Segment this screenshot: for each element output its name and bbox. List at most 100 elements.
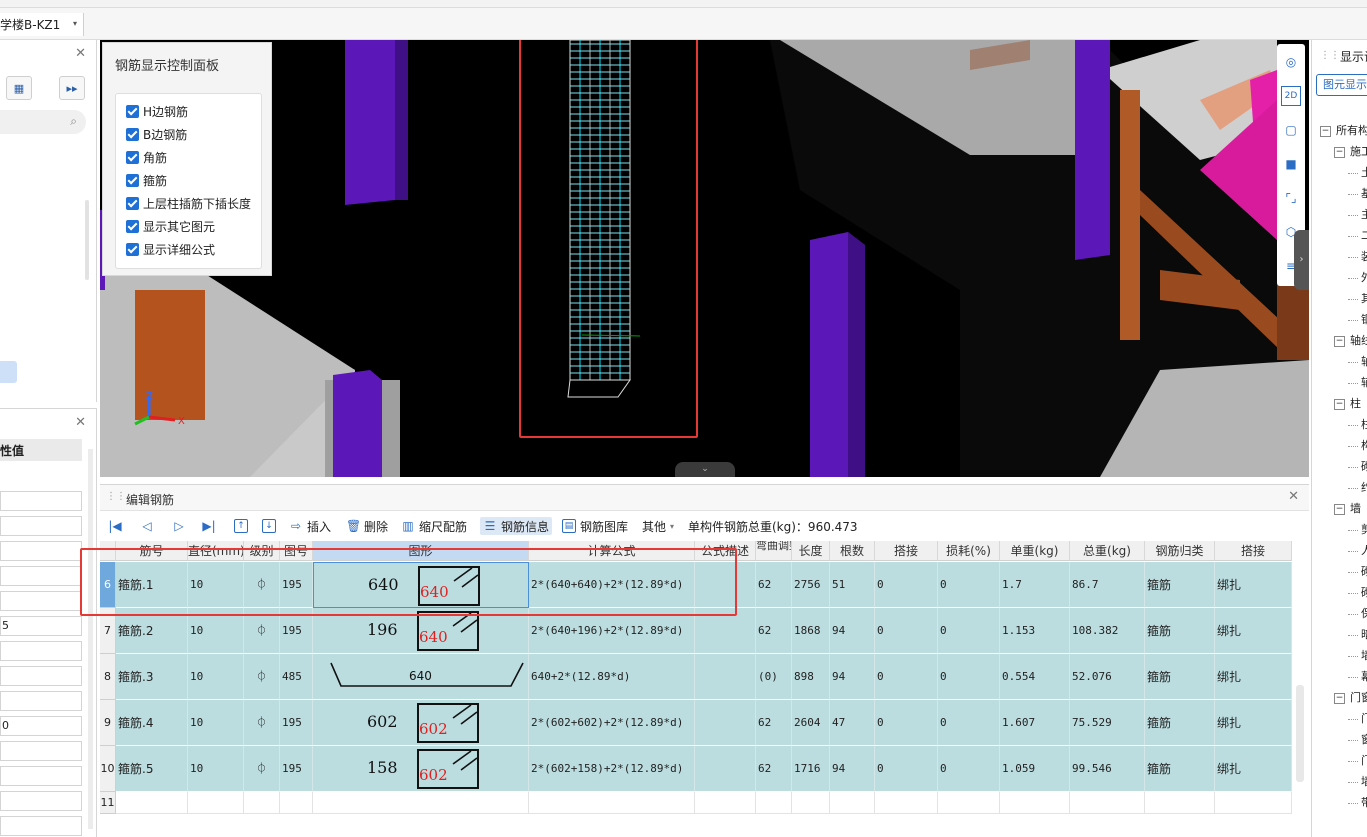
property-value-field[interactable] (0, 641, 82, 661)
cell-shape[interactable]: 640 640 (313, 562, 529, 608)
rebar-library-button[interactable]: ▤ 钢筋图库 (562, 517, 628, 535)
checkbox-checked-icon[interactable] (126, 196, 139, 210)
cell-cat[interactable]: 箍筋 (1145, 746, 1215, 792)
drag-grip-icon[interactable]: ⋮⋮ (1320, 50, 1340, 61)
column-header[interactable]: 总重(kg) (1070, 541, 1145, 561)
cell-shape[interactable]: 196 640 (313, 608, 529, 654)
cell-loss[interactable]: 0 (938, 746, 1000, 792)
close-icon[interactable]: ✕ (75, 46, 86, 61)
property-value-field[interactable] (0, 741, 82, 761)
cell-count[interactable]: 94 (830, 608, 875, 654)
table-row-empty[interactable]: 11 (100, 792, 1296, 814)
cell-len[interactable]: 1716 (792, 746, 830, 792)
cell-dia[interactable]: 10 (188, 700, 244, 746)
cell-loss[interactable]: 0 (938, 608, 1000, 654)
cell-lap[interactable]: 0 (875, 608, 938, 654)
delete-button[interactable]: 🗑 删除 (346, 517, 388, 535)
tree-node[interactable]: 墙 (1348, 645, 1367, 666)
table-row[interactable]: 6 箍筋.1 10 ⏀ 195 640 640 2*(640+640)+2*(12.89*d)… (100, 562, 1296, 608)
rebar-info-button[interactable]: ☰ 钢筋信息 (480, 517, 553, 535)
insert-button[interactable]: ⇨ 插入 (289, 517, 331, 535)
cell-empty[interactable] (244, 792, 280, 814)
collapse-toggle-icon[interactable]: − (1334, 503, 1345, 515)
column-header[interactable]: 图形 (313, 541, 529, 561)
cell-count[interactable]: 94 (830, 654, 875, 700)
cell-desc[interactable] (695, 562, 756, 608)
table-row[interactable]: 10 箍筋.5 10 ⏀ 195 158 602 2*(602+158)+2*(12.89*d… (100, 746, 1296, 792)
tree-node[interactable]: 土 (1348, 162, 1367, 183)
3d-viewport[interactable]: Z X 钢筋显示控制面板 H边钢筋 B边钢筋 角筋 箍筋 上层柱插筋下插长度 显示其它图元… (100, 40, 1309, 477)
checkbox-checked-icon[interactable] (126, 127, 139, 141)
move-up-icon[interactable]: ↑ (234, 517, 252, 535)
checkbox-option[interactable]: 显示详细公式 (126, 240, 215, 258)
tree-node[interactable]: 带 (1348, 792, 1367, 813)
cell-fig[interactable]: 195 (280, 608, 313, 654)
property-value-field[interactable] (0, 491, 82, 511)
property-value-field[interactable] (0, 766, 82, 786)
checkbox-option[interactable]: 上层柱插筋下插长度 (126, 194, 251, 212)
tree-node[interactable]: 幕 (1348, 666, 1367, 687)
cell-total[interactable]: 52.076 (1070, 654, 1145, 700)
table-row[interactable]: 9 箍筋.4 10 ⏀ 195 602 602 2*(602+602)+2*(12.89*d)… (100, 700, 1296, 746)
checkbox-checked-icon[interactable] (126, 104, 139, 118)
checkbox-checked-icon[interactable] (126, 219, 139, 233)
move-down-icon[interactable]: ↓ (262, 517, 280, 535)
cell-formula[interactable]: 640+2*(12.89*d) (529, 654, 695, 700)
cell-grade[interactable]: ⏀ (244, 608, 280, 654)
cell-desc[interactable] (695, 654, 756, 700)
chevron-down-icon[interactable]: ⌄ (675, 462, 735, 477)
drag-grip-icon[interactable]: ⋮⋮ (106, 491, 126, 502)
tree-node[interactable]: 柱 (1348, 414, 1367, 435)
cell-count[interactable]: 51 (830, 562, 875, 608)
checkbox-option[interactable]: B边钢筋 (126, 125, 187, 143)
selected-list-item[interactable] (0, 361, 17, 383)
cell-len[interactable]: 898 (792, 654, 830, 700)
tree-node[interactable]: 约 (1348, 477, 1367, 498)
column-header[interactable]: 搭接 (1215, 541, 1292, 561)
collapse-toggle-icon[interactable]: − (1334, 335, 1345, 347)
property-value-field[interactable] (0, 541, 82, 561)
checkbox-option[interactable]: 角筋 (126, 148, 167, 166)
cell-count[interactable]: 47 (830, 700, 875, 746)
cell-formula[interactable]: 2*(640+640)+2*(12.89*d) (529, 562, 695, 608)
tree-node[interactable]: 墙 (1348, 771, 1367, 792)
cell-lap[interactable]: 0 (875, 746, 938, 792)
cell-len[interactable]: 1868 (792, 608, 830, 654)
cell-grade[interactable]: ⏀ (244, 654, 280, 700)
tree-node[interactable]: − 施工 (1334, 141, 1367, 162)
property-value-field[interactable] (0, 566, 82, 586)
cell-empty[interactable] (188, 792, 244, 814)
column-header[interactable]: 钢筋归类 (1145, 541, 1215, 561)
cell-shape[interactable]: 640 (313, 654, 529, 700)
checkbox-checked-icon[interactable] (126, 242, 139, 256)
orbit-icon[interactable]: ◎ (1281, 52, 1301, 72)
cell-empty[interactable] (792, 792, 830, 814)
tree-node[interactable]: 门 (1348, 750, 1367, 771)
tree-node[interactable]: 砌 (1348, 456, 1367, 477)
cell-name[interactable]: 箍筋.4 (116, 700, 188, 746)
cell-bend[interactable]: 62 (756, 746, 792, 792)
cell-name[interactable]: 箍筋.3 (116, 654, 188, 700)
column-header[interactable]: 单重(kg) (1000, 541, 1070, 561)
column-header[interactable]: 筋号 (116, 541, 188, 561)
tree-node[interactable]: 暗 (1348, 624, 1367, 645)
2d-icon[interactable]: 2D (1281, 86, 1301, 106)
tree-node[interactable]: 二 (1348, 225, 1367, 246)
checkbox-option[interactable]: H边钢筋 (126, 102, 188, 120)
cell-fig[interactable]: 195 (280, 700, 313, 746)
cell-name[interactable]: 箍筋.2 (116, 608, 188, 654)
checkbox-checked-icon[interactable] (126, 150, 139, 164)
tree-node[interactable]: − 墙 (1334, 498, 1361, 519)
chevron-down-icon[interactable]: ▾ (73, 19, 77, 28)
property-value-field[interactable] (0, 691, 82, 711)
cell-desc[interactable] (695, 700, 756, 746)
cell-fig[interactable]: 485 (280, 654, 313, 700)
cell-lap[interactable]: 0 (875, 700, 938, 746)
collapse-toggle-icon[interactable]: − (1334, 398, 1345, 410)
project-tab[interactable]: 学楼B-KZ1 ▾ (0, 13, 84, 36)
property-value-field[interactable] (0, 516, 82, 536)
cell-unit[interactable]: 1.7 (1000, 562, 1070, 608)
cell-empty[interactable] (875, 792, 938, 814)
cell-empty[interactable] (313, 792, 529, 814)
property-value-field[interactable] (0, 791, 82, 811)
